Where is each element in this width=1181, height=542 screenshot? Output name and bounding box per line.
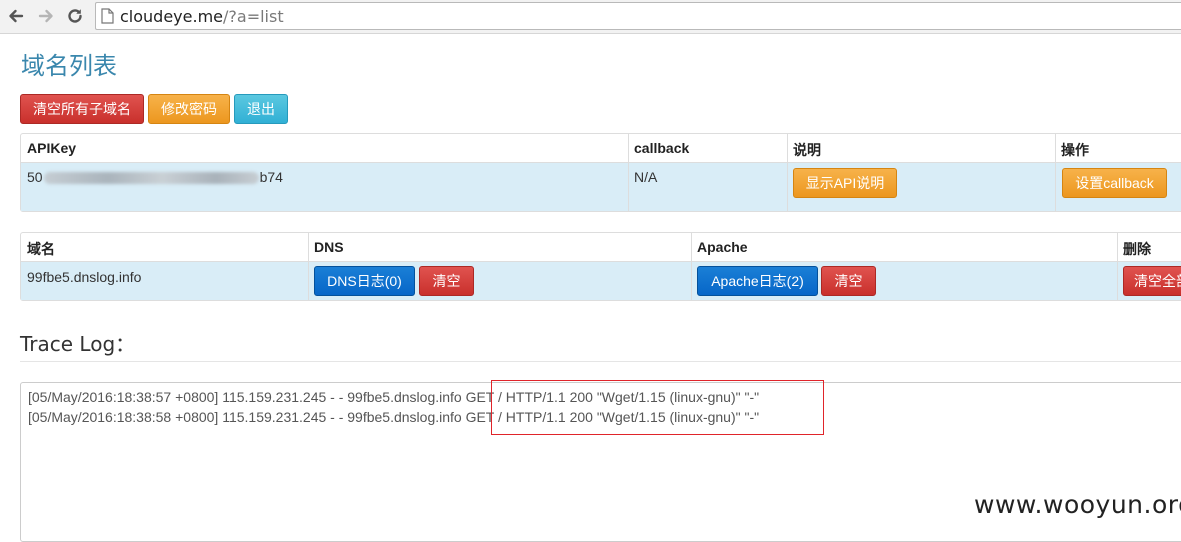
forward-button[interactable] <box>34 4 58 28</box>
reload-icon <box>68 9 82 23</box>
domain-value: 99fbe5.dnslog.info <box>27 269 142 285</box>
reload-button[interactable] <box>63 4 87 28</box>
show-api-doc-button[interactable]: 显示API说明 <box>793 168 897 198</box>
table-divider <box>21 261 1181 262</box>
set-callback-button[interactable]: 设置callback <box>1062 168 1167 198</box>
url-text[interactable]: cloudeye.me/?a=list <box>120 7 284 26</box>
header-delete: 删除 <box>1123 241 1151 257</box>
header-actions: 操作 <box>1061 142 1089 158</box>
api-table: APIKey callback 说明 操作 50 b74 N/A 显示API说明 … <box>20 133 1181 212</box>
trace-log-title: Trace Log： <box>20 332 136 356</box>
clear-all-logs-button[interactable]: 清空全部 <box>1123 266 1181 296</box>
callback-value: N/A <box>634 169 658 185</box>
back-button[interactable] <box>4 4 28 28</box>
header-apache: Apache <box>697 239 748 255</box>
header-apikey: APIKey <box>27 140 77 156</box>
table-divider <box>21 162 1181 163</box>
apache-clear-button[interactable]: 清空 <box>821 266 876 296</box>
address-bar[interactable]: cloudeye.me/?a=list <box>95 2 1181 30</box>
clear-all-subdomains-button[interactable]: 清空所有子域名 <box>20 94 144 124</box>
section-divider <box>20 361 1181 362</box>
url-host: cloudeye.me <box>120 7 223 26</box>
logout-button[interactable]: 退出 <box>234 94 288 124</box>
page-icon <box>101 8 114 24</box>
apikey-redacted <box>43 172 259 185</box>
change-password-button[interactable]: 修改密码 <box>148 94 230 124</box>
dns-log-button[interactable]: DNS日志(0) <box>314 266 415 296</box>
apikey-prefix: 50 <box>27 169 43 185</box>
header-callback: callback <box>634 140 690 156</box>
browser-toolbar: cloudeye.me/?a=list <box>0 0 1181 34</box>
header-dns: DNS <box>314 239 344 255</box>
url-path: /?a=list <box>223 7 284 26</box>
domain-table-row <box>21 262 1181 300</box>
watermark: www.wooyun.org <box>974 490 1181 519</box>
back-arrow-icon <box>9 9 24 23</box>
apikey-suffix: b74 <box>259 169 283 185</box>
domain-table: 域名 DNS Apache 删除 99fbe5.dnslog.info DNS日… <box>20 232 1181 301</box>
header-domain: 域名 <box>27 241 55 257</box>
annotation-box <box>491 380 824 435</box>
apikey-value: 50 b74 <box>21 169 283 185</box>
apache-log-button[interactable]: Apache日志(2) <box>697 266 818 296</box>
dns-clear-button[interactable]: 清空 <box>419 266 474 296</box>
page-title: 域名列表 <box>21 52 117 80</box>
forward-arrow-icon <box>38 9 53 23</box>
header-description: 说明 <box>793 142 821 158</box>
